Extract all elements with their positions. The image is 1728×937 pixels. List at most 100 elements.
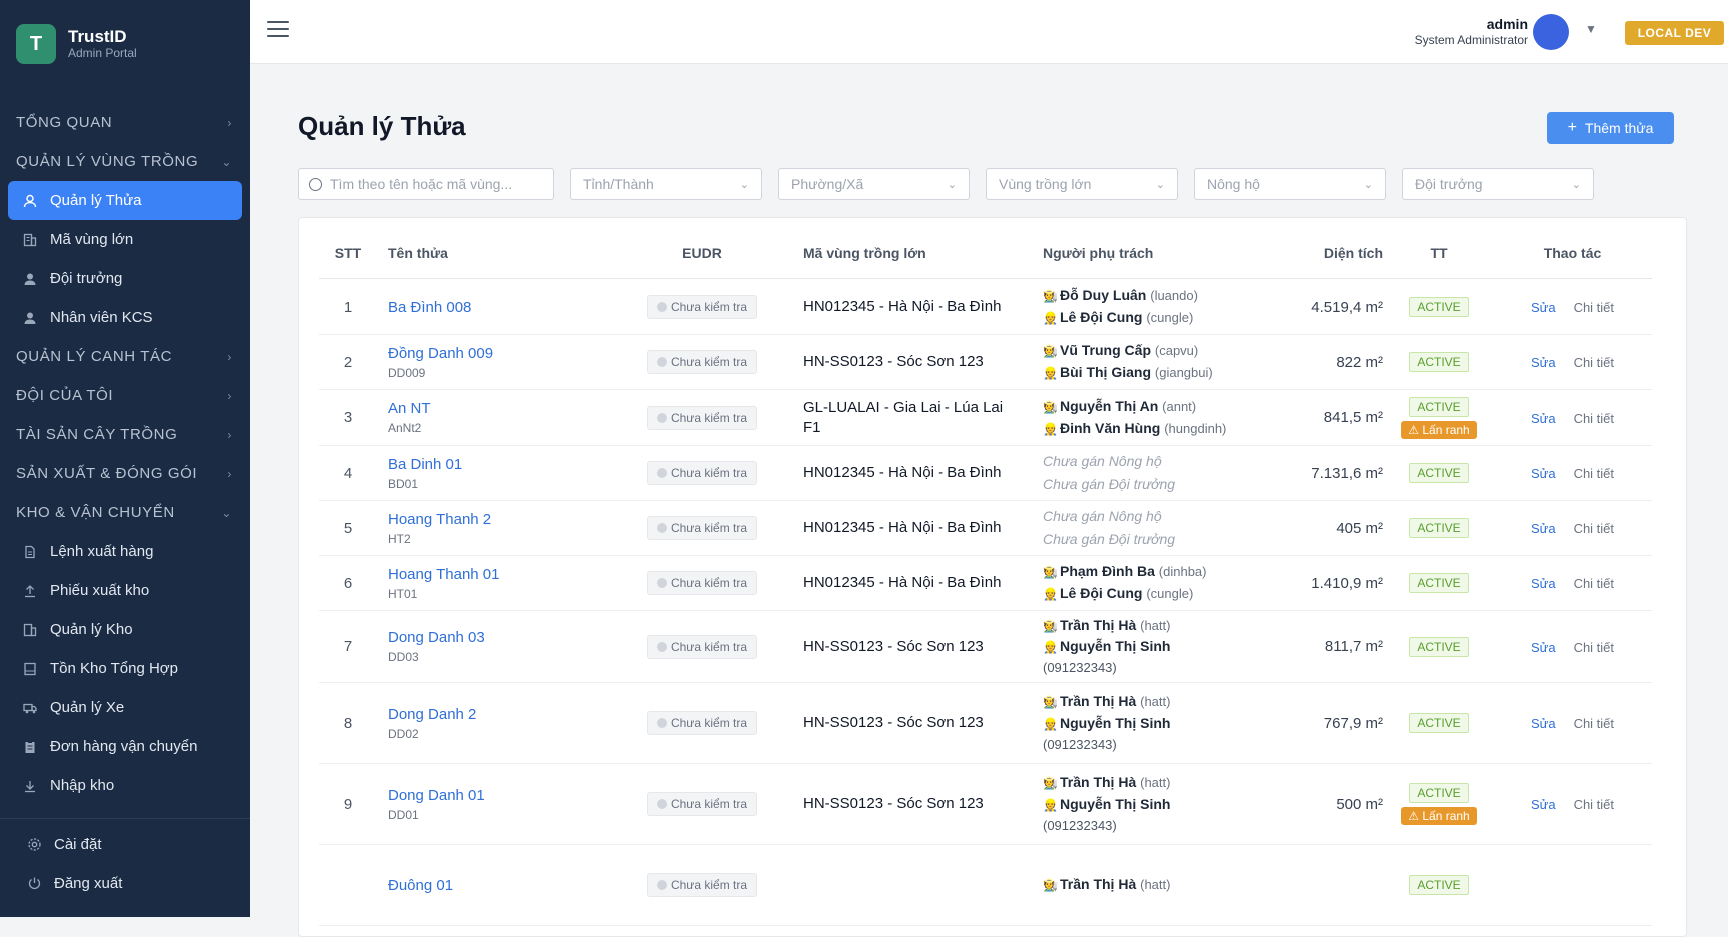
sidebar-item-team-leaders[interactable]: Đội trưởng [8,259,242,298]
leader-username: (cungle) [1146,310,1194,325]
row-status-cell: ACTIVE [1385,636,1493,657]
plot-name-link[interactable]: Hoang Thanh 01 [388,566,635,583]
sidebar-item-shipping-orders[interactable]: Đơn hàng vận chuyển [8,727,242,766]
row-area: 811,7 m² [1324,638,1383,655]
sidebar-item-warehouses[interactable]: Quản lý Kho [8,610,242,649]
row-name-cell: Ba Dinh 01 BD01 [377,456,635,491]
detail-link[interactable]: Chi tiết [1574,466,1614,481]
search-box[interactable] [298,168,554,200]
edit-link[interactable]: Sửa [1531,716,1556,731]
sidebar-item-export-orders[interactable]: Lệnh xuất hàng [8,532,242,571]
plot-name-link[interactable]: Dong Danh 01 [388,787,635,804]
sidebar-item-plots[interactable]: Quản lý Thửa [8,181,242,220]
edit-link[interactable]: Sửa [1531,411,1556,426]
plot-name-link[interactable]: Ba Dinh 01 [388,456,635,473]
sidebar-item-kcs-staff[interactable]: Nhân viên KCS [8,298,242,337]
building-icon [22,232,38,248]
sidebar-item-region-codes[interactable]: Mã vùng lớn [8,220,242,259]
plot-name-link[interactable]: Đồng Danh 009 [388,345,635,362]
sidebar-item-logout[interactable]: Đăng xuất [12,864,242,903]
nav-section-cultivation[interactable]: QUẢN LÝ CANH TÁC › [0,337,250,376]
row-region: HN-SS0123 - Sóc Sơn 123 [803,353,984,371]
main-content: Quản lý Thửa + Thêm thửa Tỉnh/Thành⌄ Phư… [250,64,1728,937]
sidebar-item-inventory[interactable]: Tồn Kho Tổng Hợp [8,649,242,688]
plot-name-link[interactable]: Dong Danh 2 [388,706,635,723]
row-eudr-cell: Chưa kiểm tra [635,873,769,897]
brand-subtitle: Admin Portal [68,45,137,60]
eudr-status-tag: Chưa kiểm tra [646,295,758,319]
nav-section-production[interactable]: SẢN XUẤT & ĐÓNG GÓI › [0,454,250,493]
responsible-person: 🧑‍🌾 Nguyễn Thị An (annt) 👷 Đinh Văn Hùng (h… [1043,396,1257,439]
responsible-person: 🧑‍🌾 Trần Thị Hà (hatt) 👷 Nguyễn Thị Sinh (0… [1043,772,1257,836]
edit-link[interactable]: Sửa [1531,576,1556,591]
nav-section-warehouse[interactable]: KHO & VẬN CHUYỂN ⌄ [0,493,250,532]
encroachment-warning-badge: ⚠ Lấn ranh [1401,807,1477,825]
row-actions-cell: Sửa Chi tiết [1493,796,1652,812]
table-header: STT Tên thửa EUDR Mã vùng trồng lớn Ngườ… [319,228,1652,279]
edit-link[interactable]: Sửa [1531,640,1556,655]
edit-link[interactable]: Sửa [1531,300,1556,315]
ward-select[interactable]: Phường/Xã ⌄ [778,168,970,200]
row-name-cell: Dong Danh 03 DD03 [377,629,635,664]
upload-icon [22,583,38,599]
nav-section-crop-assets[interactable]: TÀI SẢN CÂY TRỒNG › [0,415,250,454]
edit-link[interactable]: Sửa [1531,355,1556,370]
row-stt: 3 [343,409,353,426]
chevron-down-icon[interactable]: ▼ [1585,22,1597,36]
leader-select[interactable]: Đội trưởng ⌄ [1402,168,1594,200]
detail-link[interactable]: Chi tiết [1574,716,1614,731]
plot-code: HT2 [388,531,411,546]
status-dot-icon [656,799,667,809]
detail-link[interactable]: Chi tiết [1574,300,1614,315]
search-input[interactable] [330,176,540,192]
nav-section-growing-areas[interactable]: QUẢN LÝ VÙNG TRỒNG ⌄ [0,142,250,181]
edit-link[interactable]: Sửa [1531,797,1556,812]
plot-name-link[interactable]: Hoang Thanh 2 [388,511,635,528]
sidebar-item-export-slips[interactable]: Phiếu xuất kho [8,571,242,610]
detail-link[interactable]: Chi tiết [1574,521,1614,536]
plot-name-link[interactable]: Ba Đình 008 [388,299,635,316]
plot-code: BD01 [388,476,419,491]
row-eudr-cell: Chưa kiểm tra [635,792,769,816]
status-badge: ACTIVE [1409,713,1469,733]
nav-section-my-team[interactable]: ĐỘI CỦA TÔI › [0,376,250,415]
detail-link[interactable]: Chi tiết [1574,576,1614,591]
hamburger-menu-icon[interactable] [267,18,289,40]
avatar[interactable] [1533,14,1569,50]
sidebar-nav: TỔNG QUAN › QUẢN LÝ VÙNG TRỒNG ⌄ Quản lý T… [0,103,250,805]
edit-link[interactable]: Sửa [1531,466,1556,481]
plus-icon: + [1567,119,1577,136]
nav-section-overview[interactable]: TỔNG QUAN › [0,103,250,142]
sidebar-item-stock-in[interactable]: Nhập kho [8,766,242,805]
farmer-select[interactable]: Nông hộ ⌄ [1194,168,1386,200]
status-dot-icon [656,718,667,728]
brand[interactable]: T TrustID Admin Portal [16,24,137,64]
row-actions-cell: Sửa Chi tiết [1493,715,1652,731]
plot-name-link[interactable]: Dong Danh 03 [388,629,635,646]
sidebar-item-vehicles[interactable]: Quản lý Xe [8,688,242,727]
region-select[interactable]: Vùng trồng lớn ⌄ [986,168,1178,200]
detail-link[interactable]: Chi tiết [1574,640,1614,655]
farmer-name: Trần Thị Hà [1060,616,1137,633]
user-info[interactable]: admin System Administrator [1415,16,1528,47]
plot-name-link[interactable]: An NT [388,400,635,417]
row-area: 822 m² [1336,353,1383,371]
user-name: admin [1486,16,1528,32]
row-responsible-cell: 🧑‍🌾 Trần Thị Hà (hatt) 👷 Nguyễn Thị Sinh (0… [1017,691,1257,755]
add-plot-button[interactable]: + Thêm thửa [1547,112,1674,144]
chevron-down-icon: ⌄ [947,178,957,191]
warning-icon: ⚠ [1408,422,1420,437]
farmer-name: Nguyễn Thị An [1060,397,1159,414]
leader-phone: (091232343) [1043,736,1117,752]
detail-link[interactable]: Chi tiết [1574,797,1614,812]
sidebar-item-settings[interactable]: Cài đặt [12,825,242,864]
province-select[interactable]: Tỉnh/Thành ⌄ [570,168,762,200]
row-stt: 6 [343,574,353,592]
detail-link[interactable]: Chi tiết [1574,411,1614,426]
edit-link[interactable]: Sửa [1531,521,1556,536]
farmer-username: (hatt) [1140,617,1171,633]
plot-name-link[interactable]: Đuông 01 [388,877,635,894]
row-status-cell: ACTIVE [1385,297,1493,317]
responsible-person: 🧑‍🌾 Vũ Trung Cấp (capvu) 👷 Bùi Thị Giang (g… [1043,340,1257,383]
detail-link[interactable]: Chi tiết [1574,355,1614,370]
